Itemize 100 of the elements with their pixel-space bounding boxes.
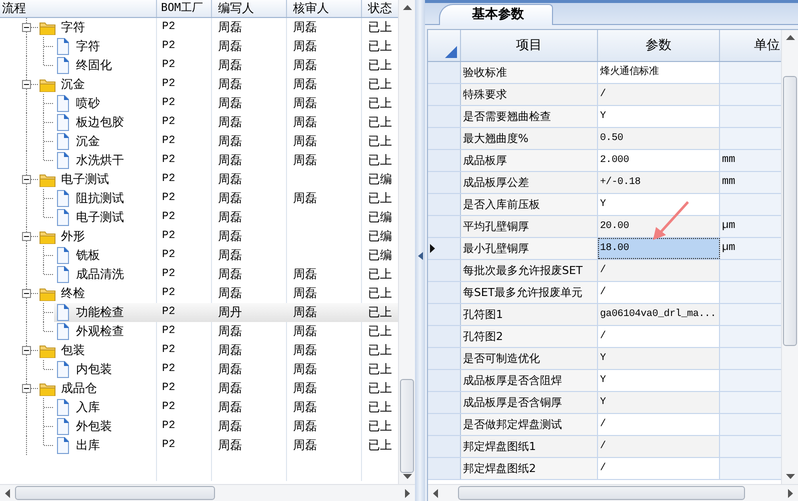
column-header[interactable]: BOM工厂 <box>157 0 212 17</box>
column-header[interactable]: 流程 <box>0 0 157 17</box>
table-cell: P2 <box>162 249 176 261</box>
vertical-scrollbar[interactable] <box>781 30 798 484</box>
scrollbar-thumb[interactable] <box>400 379 414 473</box>
scroll-up-icon[interactable] <box>786 35 794 40</box>
scrollbar-thumb[interactable] <box>783 76 797 346</box>
table-cell: / <box>598 282 720 303</box>
table-cell: P2 <box>162 78 176 90</box>
collapse-arrow-icon[interactable] <box>418 252 422 260</box>
table-cell: 每批次最多允许报废SET <box>461 260 598 281</box>
scroll-up-icon[interactable] <box>402 5 412 10</box>
table-cell: P2 <box>162 97 176 109</box>
table-cell: P2 <box>162 439 176 451</box>
table-cell: µm <box>720 238 781 259</box>
column-header[interactable]: 核审人 <box>287 0 362 17</box>
tree-item[interactable]: 电子测试 <box>76 208 124 227</box>
table-cell: P2 <box>162 325 176 337</box>
tree-item[interactable]: 沉金 <box>76 132 100 151</box>
vertical-scrollbar[interactable] <box>398 0 415 484</box>
horizontal-scrollbar[interactable] <box>0 484 415 501</box>
table-cell: / <box>598 326 720 347</box>
table-cell: 最小孔壁铜厚 <box>461 238 598 259</box>
tree-item[interactable]: 水洗烘干 <box>76 151 124 170</box>
tree-item[interactable]: 板边包胶 <box>76 113 124 132</box>
collapse-icon[interactable] <box>22 175 31 184</box>
scroll-left-icon[interactable] <box>5 488 10 498</box>
table-cell: 周磊 <box>218 115 242 129</box>
tree-item[interactable]: 包装 <box>61 341 85 360</box>
selected-cell[interactable]: 18.00 <box>598 238 720 259</box>
tree-item[interactable]: 喷砂 <box>76 94 100 113</box>
scroll-right-icon[interactable] <box>405 488 410 498</box>
tree-item[interactable]: 字符 <box>61 18 85 37</box>
collapse-icon[interactable] <box>22 289 31 298</box>
tree-item[interactable]: 成品清洗 <box>76 265 124 284</box>
table-cell: 周磊 <box>218 96 242 110</box>
tree-item[interactable]: 外形 <box>61 227 85 246</box>
table-cell: 已上 <box>368 58 392 72</box>
collapse-icon[interactable] <box>22 346 31 355</box>
scroll-right-icon[interactable] <box>788 488 793 498</box>
table-cell: 周磊 <box>293 324 317 338</box>
tree-item[interactable]: 功能检查 <box>76 303 124 322</box>
horizontal-scrollbar[interactable] <box>428 484 798 501</box>
table-cell: 最大翘曲度% <box>461 128 598 149</box>
table-cell: P2 <box>162 268 176 280</box>
table-cell: P2 <box>162 344 176 356</box>
table-cell: P2 <box>162 401 176 413</box>
tree-item[interactable]: 外包装 <box>76 417 112 436</box>
column-header[interactable]: 项目 <box>461 30 598 61</box>
tree-item[interactable]: 内包装 <box>76 360 112 379</box>
tree-item[interactable]: 外观检查 <box>76 322 124 341</box>
column-header[interactable]: 参数 <box>598 30 720 61</box>
table-cell: Y <box>598 194 720 215</box>
scroll-down-icon[interactable] <box>786 474 794 479</box>
table-cell: 20.00 <box>598 216 720 237</box>
table-cell: 邦定焊盘图纸2 <box>461 458 598 479</box>
table-cell: 周磊 <box>293 343 317 357</box>
row-header[interactable] <box>428 238 461 259</box>
tree-item[interactable]: 铣板 <box>76 246 100 265</box>
tree-item[interactable]: 电子测试 <box>61 170 109 189</box>
table-cell: 周磊 <box>293 362 317 376</box>
folder-icon <box>39 20 56 34</box>
table-cell: 成品板厚是否含铜厚 <box>461 392 598 413</box>
collapse-icon[interactable] <box>22 23 31 32</box>
table-cell: Y <box>598 370 720 391</box>
table-cell: 已上 <box>368 115 392 129</box>
table-cell: 周磊 <box>293 96 317 110</box>
tree-item[interactable]: 沉金 <box>61 75 85 94</box>
table-cell: 已上 <box>368 286 392 300</box>
table-cell: mm <box>720 172 781 193</box>
scrollbar-thumb[interactable] <box>15 486 215 500</box>
table-cell: 已上 <box>368 324 392 338</box>
document-icon <box>56 190 70 207</box>
table-cell: 孔符图2 <box>461 326 598 347</box>
collapse-icon[interactable] <box>22 232 31 241</box>
table-cell: 特殊要求 <box>461 84 598 105</box>
folder-icon <box>39 172 56 186</box>
tree-item[interactable]: 入库 <box>76 398 100 417</box>
tree-item[interactable]: 终固化 <box>76 56 112 75</box>
tree-item[interactable]: 字符 <box>76 37 100 56</box>
table-cell: 周磊 <box>293 77 317 91</box>
document-icon <box>56 152 70 169</box>
table-cell: 周磊 <box>218 77 242 91</box>
table-cell: µm <box>720 216 781 237</box>
collapse-icon[interactable] <box>22 80 31 89</box>
scroll-left-icon[interactable] <box>433 488 438 498</box>
table-cell: 周磊 <box>218 20 242 34</box>
tree-item[interactable]: 出库 <box>76 436 100 455</box>
tab[interactable]: 基本参数 <box>439 4 553 25</box>
table-cell: 周磊 <box>218 400 242 414</box>
tree-item[interactable]: 阻抗测试 <box>76 189 124 208</box>
column-header[interactable]: 编写人 <box>212 0 287 17</box>
scrollbar-thumb[interactable] <box>458 486 745 500</box>
collapse-icon[interactable] <box>22 384 31 393</box>
tree-item[interactable]: 成品仓 <box>61 379 97 398</box>
table-cell: ga06104va0_drl_ma... <box>598 304 720 325</box>
tree-item[interactable]: 终检 <box>61 284 85 303</box>
folder-icon <box>39 382 56 396</box>
document-icon <box>56 304 70 321</box>
table-cell: 已编 <box>368 172 392 186</box>
